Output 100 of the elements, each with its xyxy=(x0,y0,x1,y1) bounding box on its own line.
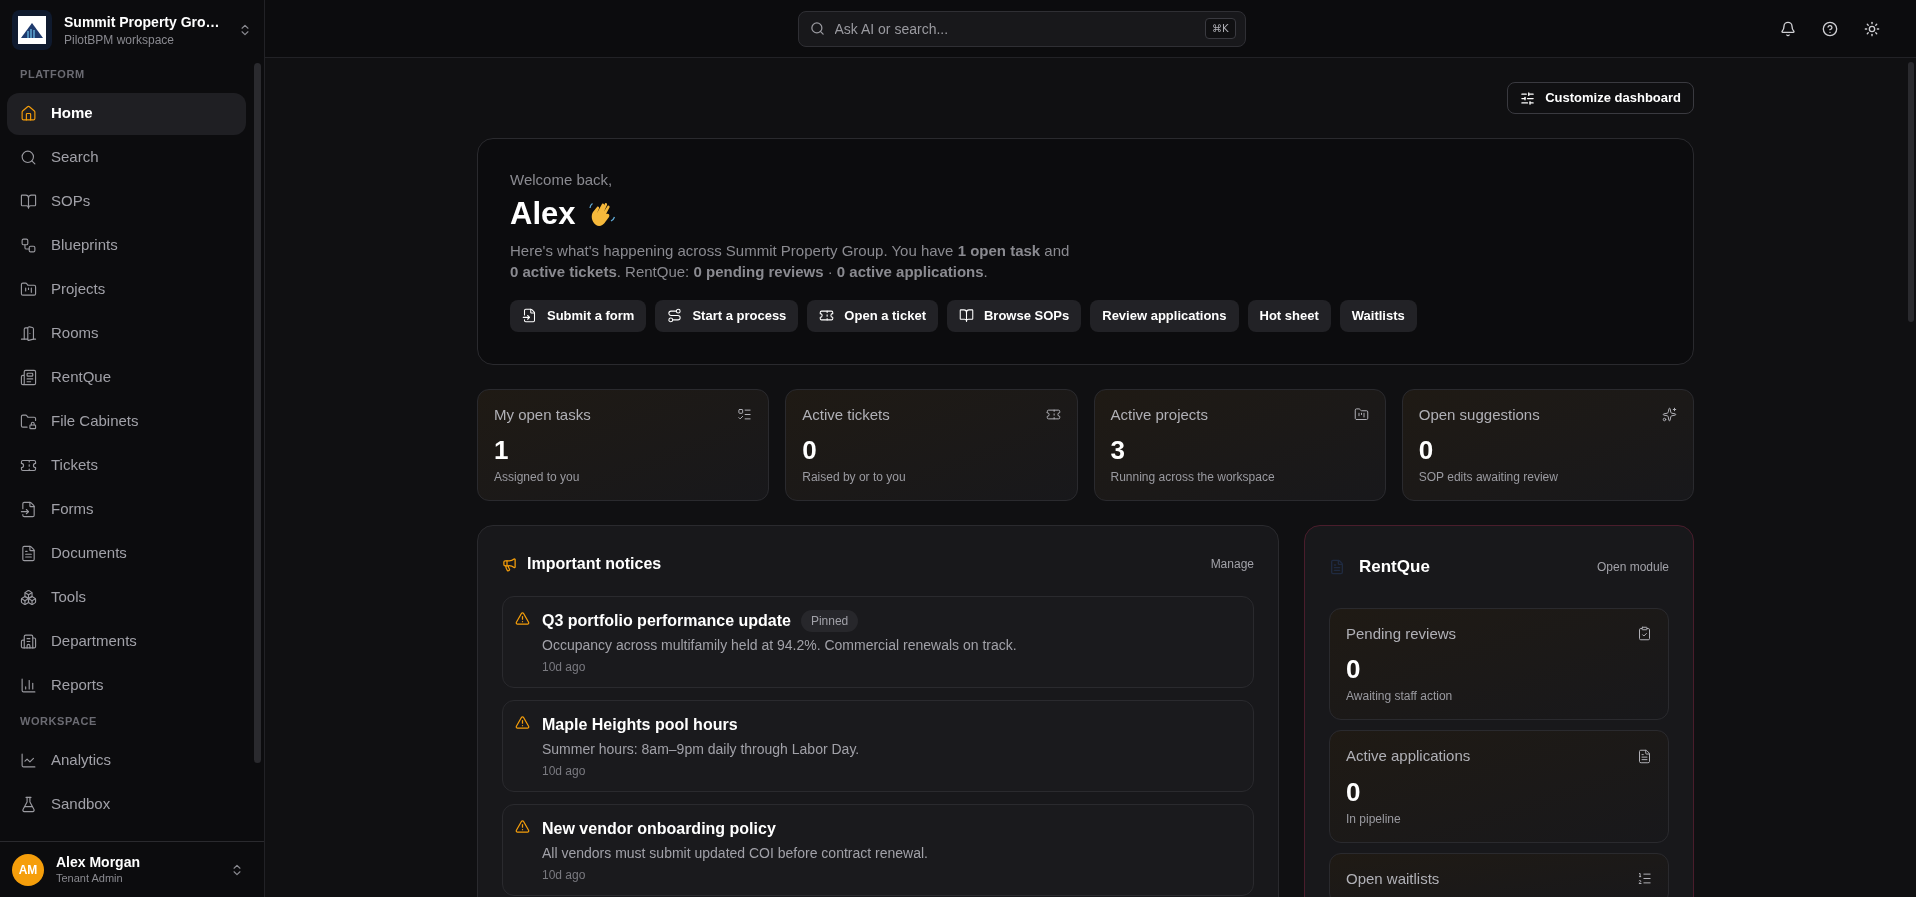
nav-item[interactable]: Sandbox xyxy=(7,783,246,825)
stat-caption: Awaiting staff action xyxy=(1346,688,1454,705)
quick-action-button[interactable]: Browse SOPs xyxy=(947,299,1082,332)
manage-link[interactable]: Manage xyxy=(1210,555,1254,573)
file-input-icon xyxy=(20,501,37,518)
document-icon xyxy=(1329,558,1345,575)
nav-item[interactable]: Departments xyxy=(7,620,246,663)
search-icon xyxy=(809,20,825,36)
nav-item[interactable]: File Cabinets xyxy=(7,400,246,443)
notices-title: Important notices xyxy=(527,554,662,574)
stat-caption: Raised by or to you xyxy=(802,469,907,486)
line-chart-icon xyxy=(20,751,37,769)
rentque-title: RentQue xyxy=(1359,556,1430,578)
nav-item[interactable]: Search xyxy=(7,136,246,179)
welcome-greeting: Welcome back, xyxy=(510,170,614,190)
notice-body: All vendors must submit updated COI before contract renewal. xyxy=(542,844,928,863)
stat-title: Active tickets xyxy=(802,404,890,425)
notice-title: Maple Heights pool hours xyxy=(542,715,738,735)
stat-value: 0 xyxy=(1346,775,1362,808)
notice-time: 10d ago xyxy=(542,763,587,780)
notice-item[interactable]: New vendor onboarding policy All vendors must submit updated COI before contract renewal. 10d ago xyxy=(502,804,1254,896)
nav-item[interactable]: Analytics xyxy=(7,739,246,781)
stat-caption: Assigned to you xyxy=(494,469,581,486)
document-icon xyxy=(1637,748,1652,764)
notice-time: 10d ago xyxy=(542,659,587,676)
stat-value: 0 xyxy=(802,434,818,466)
nav-item[interactable]: RentQue xyxy=(7,356,246,399)
stat-caption: SOP edits awaiting review xyxy=(1418,469,1559,486)
notice-body: Occupancy across multifamily held at 94.2%. Commercial renewals on track. xyxy=(542,636,1017,655)
nav-item[interactable]: Documents xyxy=(7,532,246,575)
flask-icon xyxy=(20,795,37,813)
help-icon[interactable] xyxy=(1822,20,1838,37)
workflow-icon xyxy=(20,237,37,254)
stat-title: Open waitlists xyxy=(1346,868,1440,889)
megaphone-icon xyxy=(502,556,517,572)
stat-title: Active applications xyxy=(1346,746,1471,766)
stat-title: My open tasks xyxy=(494,404,591,425)
section-heading: PLATFORM xyxy=(19,67,86,82)
bar-chart-icon xyxy=(20,677,37,694)
quick-action-button[interactable]: Start a process xyxy=(655,299,799,332)
ticket-icon xyxy=(20,457,37,474)
workspace-name[interactable]: Summit Property Gro… xyxy=(64,12,220,32)
boxes-icon xyxy=(20,589,37,606)
ticket-icon xyxy=(819,308,835,323)
list-icon xyxy=(1637,871,1652,887)
stat-title: Open suggestions xyxy=(1418,404,1540,425)
nav-item[interactable]: SOPs xyxy=(7,180,246,223)
stat-title: Active projects xyxy=(1110,404,1209,425)
user-role: Tenant Admin xyxy=(56,870,124,886)
folder-icon xyxy=(20,413,37,430)
theme-icon[interactable] xyxy=(1864,20,1880,37)
home-icon xyxy=(20,105,37,122)
quick-action-button[interactable]: Review applications xyxy=(1090,299,1239,332)
open-module-link[interactable]: Open module xyxy=(1596,557,1669,576)
door-icon xyxy=(20,325,37,342)
workflow-icon xyxy=(667,308,683,323)
stat-caption: Running across the workspace xyxy=(1110,469,1276,486)
warning-icon xyxy=(515,611,530,626)
nav-item[interactable]: Blueprints xyxy=(7,224,246,267)
stat-value: 0 xyxy=(1418,434,1435,466)
warning-icon xyxy=(515,715,530,730)
nav-item[interactable]: Rooms xyxy=(7,312,246,355)
welcome-message: Here's what's happening across Summit Property Group. You have 1 open task and 0 active tickets. RentQue: 0 pending reviews · 0 active applications. xyxy=(510,240,1070,282)
nav-item[interactable]: Reports xyxy=(7,664,246,707)
quick-action-button[interactable]: Hot sheet xyxy=(1247,299,1331,332)
nav-item[interactable]: Home xyxy=(7,92,246,135)
warning-icon xyxy=(515,819,530,834)
nav-item[interactable]: Tools xyxy=(7,576,246,619)
notice-item[interactable]: Q3 portfolio performance update Pinned Occupancy across multifamily held at 94.2%. Commercial renewals on track. 10d ago xyxy=(502,596,1254,688)
stat-value: 3 xyxy=(1110,434,1126,466)
workspace-logo xyxy=(12,10,52,50)
nav-item[interactable]: Forms xyxy=(7,488,246,531)
folder-icon xyxy=(1353,407,1369,423)
notifications-icon[interactable] xyxy=(1780,20,1796,37)
sliders-icon xyxy=(1520,90,1536,106)
book-icon xyxy=(20,193,37,210)
notice-item[interactable]: Maple Heights pool hours Summer hours: 8am–9pm daily through Labor Day. 10d ago xyxy=(502,700,1254,792)
ticket-icon xyxy=(1045,407,1061,423)
stat-caption: In pipeline xyxy=(1346,810,1402,828)
notice-time: 10d ago xyxy=(542,867,587,884)
file-input-icon xyxy=(522,308,537,323)
nav-item[interactable]: Tickets xyxy=(7,444,246,487)
search-icon xyxy=(20,149,37,166)
nav-item[interactable]: Projects xyxy=(7,268,246,311)
book-icon xyxy=(959,308,974,323)
quick-action-button[interactable]: Open a ticket xyxy=(807,299,938,332)
section-heading: WORKSPACE xyxy=(19,713,98,729)
quick-action-button[interactable]: Submit a form xyxy=(510,299,647,332)
stat-value: 1 xyxy=(494,434,510,466)
user-name: Alex Morgan xyxy=(56,853,141,870)
document-icon xyxy=(20,545,37,562)
quick-action-button[interactable]: Waitlists xyxy=(1339,299,1417,332)
customize-button[interactable]: Customize dashboard xyxy=(1507,82,1694,114)
notice-title: Q3 portfolio performance update xyxy=(542,611,791,631)
checklist-icon xyxy=(737,407,753,423)
sparkles-icon xyxy=(1662,407,1677,423)
clipboard-icon xyxy=(1637,626,1652,642)
workspace-subtitle: PilotBPM workspace xyxy=(64,32,176,48)
notice-body: Summer hours: 8am–9pm daily through Labor Day. xyxy=(542,740,860,759)
pinned-badge: Pinned xyxy=(800,610,859,632)
